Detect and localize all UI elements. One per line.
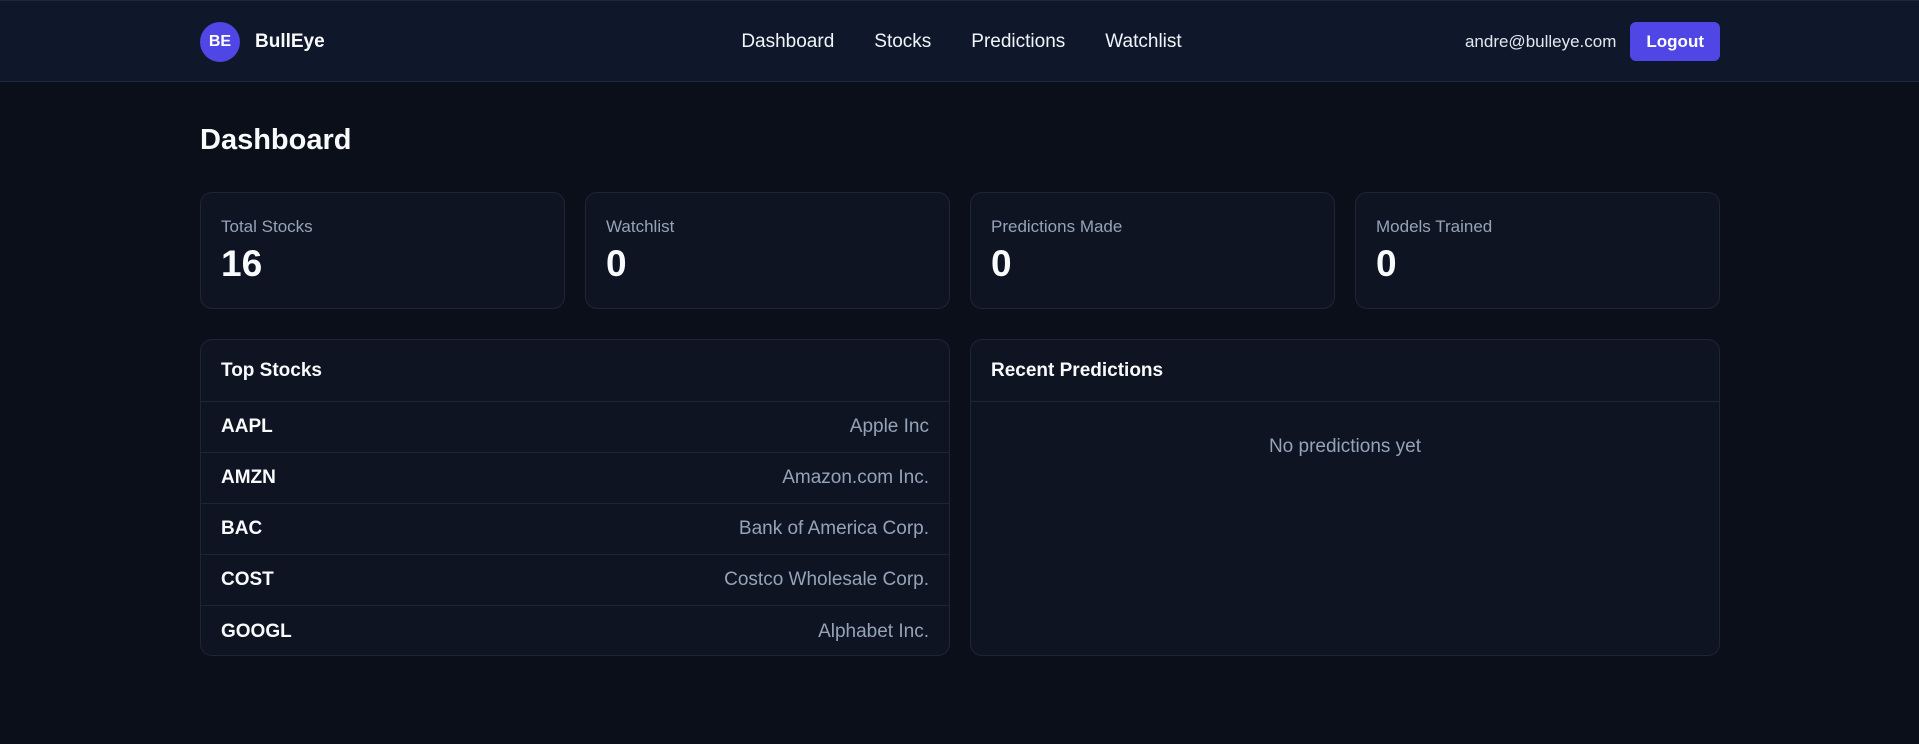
- stock-ticker: GOOGL: [221, 620, 292, 642]
- stat-card-total-stocks: Total Stocks 16: [200, 192, 565, 309]
- top-stocks-title: Top Stocks: [201, 340, 949, 402]
- stat-label: Watchlist: [606, 217, 675, 236]
- brand[interactable]: BE BullEye: [200, 22, 325, 62]
- stock-row[interactable]: COST Costco Wholesale Corp.: [201, 555, 949, 606]
- stat-value: 16: [221, 243, 263, 284]
- brand-name: BullEye: [255, 31, 325, 52]
- stock-company-name: Bank of America Corp.: [738, 518, 929, 539]
- top-stocks-panel: Top Stocks AAPL Apple Inc AMZN Amazon.co…: [200, 339, 950, 656]
- stat-label: Total Stocks: [221, 217, 313, 236]
- top-navbar: BE BullEye Dashboard Stocks Predictions …: [0, 0, 1919, 82]
- nav-link-predictions[interactable]: Predictions: [971, 31, 1065, 53]
- stock-row[interactable]: GOOGL Alphabet Inc.: [201, 606, 949, 655]
- nav-link-stocks[interactable]: Stocks: [874, 31, 931, 53]
- page-title: Dashboard: [200, 124, 352, 156]
- stock-row[interactable]: BAC Bank of America Corp.: [201, 504, 949, 555]
- stock-ticker: BAC: [221, 518, 263, 539]
- logout-button[interactable]: Logout: [1630, 22, 1720, 61]
- stock-company-name: Alphabet Inc.: [818, 620, 929, 642]
- stock-company-name: Costco Wholesale Corp.: [724, 569, 929, 590]
- stat-value: 0: [991, 243, 1012, 284]
- recent-predictions-panel: Recent Predictions No predictions yet: [970, 339, 1720, 656]
- stock-row[interactable]: AAPL Apple Inc: [201, 402, 949, 453]
- stat-card-models-trained: Models Trained 0: [1355, 192, 1720, 309]
- stock-company-name: Amazon.com Inc.: [782, 467, 929, 488]
- stat-label: Predictions Made: [991, 217, 1123, 236]
- nav-link-watchlist[interactable]: Watchlist: [1105, 31, 1181, 53]
- stock-row[interactable]: AMZN Amazon.com Inc.: [201, 453, 949, 504]
- nav-link-dashboard[interactable]: Dashboard: [741, 31, 834, 53]
- stat-card-watchlist: Watchlist 0: [585, 192, 950, 309]
- stat-card-predictions-made: Predictions Made 0: [970, 192, 1335, 309]
- user-area: andre@bulleye.com Logout: [1465, 22, 1720, 61]
- stock-company-name: Apple Inc: [849, 416, 929, 437]
- stock-ticker: AMZN: [221, 467, 276, 488]
- recent-predictions-title: Recent Predictions: [971, 340, 1719, 402]
- stat-value: 0: [1376, 243, 1397, 284]
- empty-state-message: No predictions yet: [1268, 436, 1422, 457]
- stat-value: 0: [606, 243, 627, 284]
- user-email: andre@bulleye.com: [1464, 31, 1617, 51]
- brand-logo: BE: [200, 22, 240, 62]
- stock-ticker: COST: [221, 569, 274, 590]
- stat-label: Models Trained: [1376, 217, 1493, 236]
- stock-ticker: AAPL: [221, 416, 273, 437]
